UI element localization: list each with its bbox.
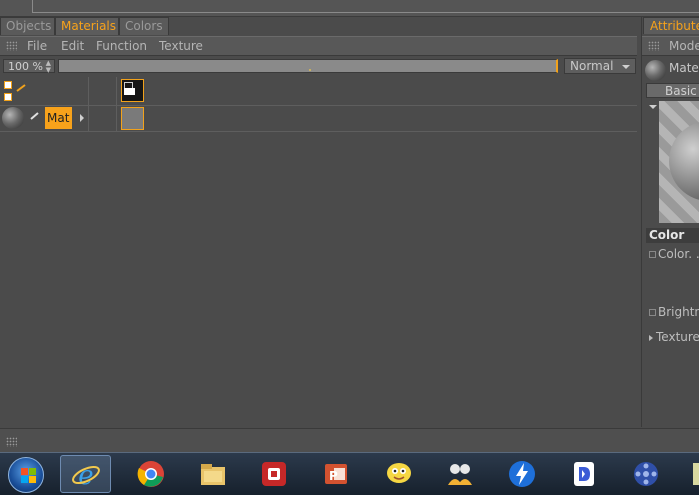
menu-file[interactable]: File — [27, 38, 47, 54]
attributes-menu-bar: Mode — [642, 36, 699, 56]
brush-icon — [30, 109, 40, 120]
material-preview-large — [659, 101, 699, 223]
brush-icon — [16, 81, 26, 92]
film-reel-icon — [634, 462, 658, 486]
panel-tabs: Objects Materials Colors — [0, 17, 639, 35]
tab-objects[interactable]: Objects — [0, 17, 55, 35]
attr-row-color[interactable]: Color. . . — [649, 247, 699, 261]
messenger-icon — [387, 463, 411, 483]
expand-arrow-icon[interactable] — [80, 114, 84, 122]
attr-label: Brightne — [658, 305, 699, 319]
material-name[interactable]: Mat — [45, 107, 72, 129]
start-button[interactable] — [2, 454, 46, 494]
chrome-icon — [137, 461, 164, 487]
taskbar-file-explorer[interactable] — [188, 455, 238, 493]
material-title: Mate — [669, 61, 699, 75]
attr-row-texture[interactable]: Texture — [649, 330, 699, 344]
chevron-down-icon — [622, 65, 630, 69]
zoom-field[interactable]: 100 % ▲ ▼ — [3, 59, 55, 74]
grip-icon[interactable] — [6, 437, 17, 447]
taskbar-app-d[interactable] — [559, 455, 609, 493]
taskbar-app-bolt[interactable] — [497, 455, 547, 493]
menu-function[interactable]: Function — [96, 38, 147, 54]
menu-mode[interactable]: Mode — [669, 38, 699, 54]
keyframe-dot-icon[interactable] — [649, 251, 656, 258]
material-toolbar: 100 % ▲ ▼ Normal — [0, 58, 637, 76]
material-manager-panel: Objects Materials Colors File Edit Funct… — [0, 17, 639, 427]
internet-explorer-icon: e — [72, 461, 100, 490]
material-list: Mat — [0, 77, 637, 132]
grip-icon[interactable] — [648, 41, 659, 51]
taskbar-app-people[interactable] — [435, 455, 485, 493]
red-app-icon — [262, 462, 286, 486]
app-window: Objects Materials Colors File Edit Funct… — [0, 0, 699, 495]
attributes-panel: Attributes Mode Mate Basic Color Color. … — [641, 17, 699, 427]
section-color-header: Color — [646, 228, 699, 243]
powerpoint-icon: P — [325, 464, 347, 484]
svg-text:P: P — [329, 469, 338, 483]
menu-texture[interactable]: Texture — [159, 38, 203, 54]
app-icon — [693, 463, 699, 485]
keyframe-dot-icon[interactable] — [649, 309, 656, 316]
taskbar-internet-explorer[interactable]: e — [60, 455, 111, 493]
lightning-icon — [509, 461, 535, 487]
texture-slot[interactable] — [121, 107, 144, 130]
mode-dropdown[interactable]: Normal — [564, 58, 636, 74]
menu-edit[interactable]: Edit — [61, 38, 84, 54]
viewport-strip — [0, 0, 699, 17]
material-preview-sphere — [645, 60, 666, 81]
taskbar-app-partial[interactable] — [683, 455, 699, 493]
people-icon — [448, 464, 472, 485]
zoom-value: 100 % — [8, 60, 43, 73]
collapse-arrow-icon[interactable] — [649, 105, 657, 109]
attr-label: Texture — [656, 330, 699, 344]
layer-icon[interactable] — [4, 81, 12, 89]
taskbar-app-film[interactable] — [621, 455, 671, 493]
taskbar-app-red[interactable] — [249, 455, 299, 493]
tab-colors[interactable]: Colors — [119, 17, 169, 35]
taskbar: e P — [0, 452, 699, 495]
attr-label: Color. . . — [658, 247, 699, 261]
spinner-icon[interactable]: ▲ ▼ — [46, 60, 51, 74]
tab-basic[interactable]: Basic — [646, 83, 699, 98]
taskbar-chrome[interactable] — [126, 455, 176, 493]
windows-logo-icon — [21, 468, 37, 484]
tab-materials[interactable]: Materials — [55, 17, 119, 35]
zoom-slider[interactable] — [58, 59, 558, 73]
taskbar-messenger[interactable] — [374, 455, 424, 493]
attr-row-brightness[interactable]: Brightne — [649, 305, 699, 319]
svg-text:e: e — [78, 461, 93, 490]
tab-attributes[interactable]: Attributes — [643, 17, 699, 34]
expand-arrow-icon[interactable] — [649, 334, 653, 341]
grip-icon[interactable] — [6, 41, 17, 51]
folder-icon — [201, 464, 225, 485]
mode-value: Normal — [570, 59, 614, 73]
material-preview-sphere[interactable] — [2, 107, 24, 129]
taskbar-powerpoint[interactable]: P — [311, 455, 361, 493]
menu-bar: File Edit Function Texture — [0, 36, 637, 56]
d-app-icon — [574, 462, 594, 486]
status-bar — [0, 428, 699, 453]
texture-slot-header[interactable] — [121, 79, 144, 102]
layer-icon[interactable] — [4, 93, 12, 101]
